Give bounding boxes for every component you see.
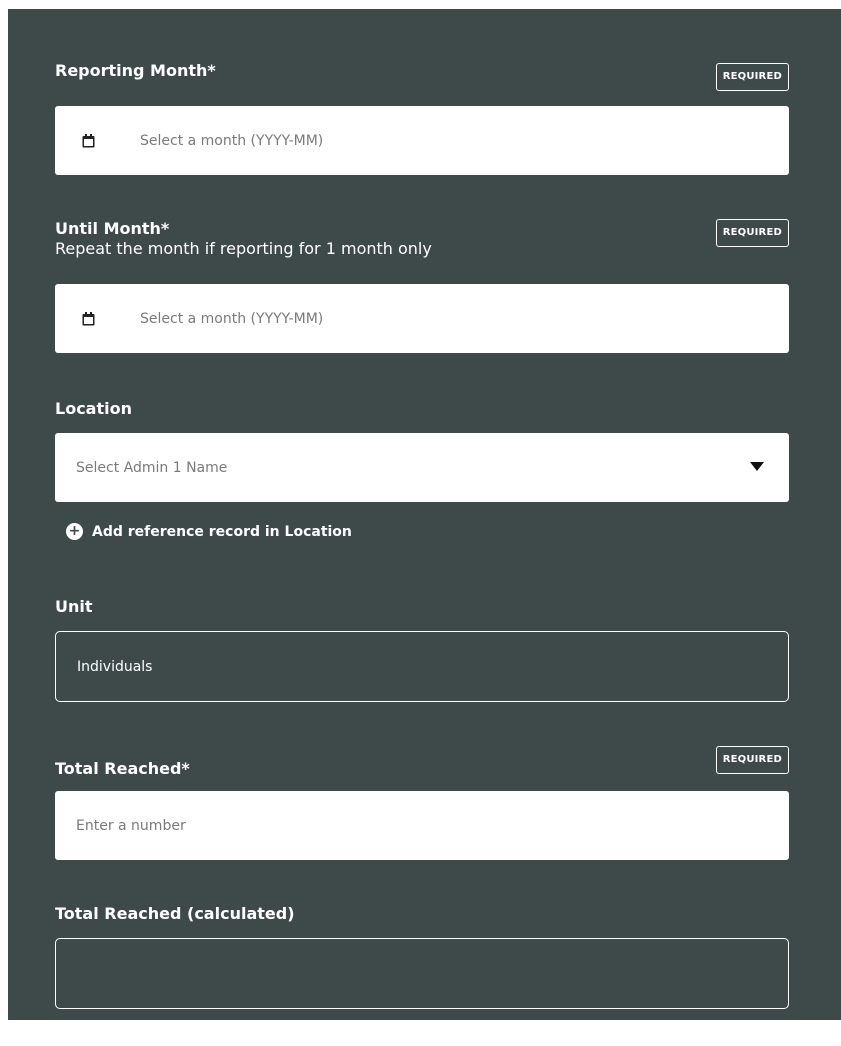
required-badge: REQUIRED bbox=[715, 63, 789, 91]
plus-circle-icon: + bbox=[66, 523, 83, 540]
reporting-month-input[interactable]: Select a month (YYYY-MM) bbox=[55, 106, 789, 175]
reporting-month-label: Reporting Month* bbox=[55, 61, 216, 80]
location-select[interactable]: Select Admin 1 Name bbox=[55, 433, 789, 502]
total-reached-calculated-field: Total Reached (calculated) bbox=[55, 904, 789, 1009]
unit-value: Individuals bbox=[77, 658, 153, 675]
total-reached-field: Total Reached* REQUIRED Enter a number bbox=[55, 746, 789, 860]
until-month-field: Until Month* Repeat the month if reporti… bbox=[55, 219, 789, 353]
location-field: Location Select Admin 1 Name + Add refer… bbox=[55, 399, 789, 540]
location-label: Location bbox=[55, 399, 132, 418]
calendar-icon bbox=[80, 311, 96, 327]
add-reference-label: Add reference record in Location bbox=[92, 523, 352, 540]
until-month-label: Until Month* bbox=[55, 219, 170, 238]
unit-field: Unit Individuals bbox=[55, 597, 789, 702]
total-reached-input[interactable]: Enter a number bbox=[55, 791, 789, 860]
reporting-month-placeholder: Select a month (YYYY-MM) bbox=[140, 132, 324, 149]
unit-input: Individuals bbox=[55, 631, 789, 702]
calendar-icon bbox=[80, 133, 96, 149]
until-month-input[interactable]: Select a month (YYYY-MM) bbox=[55, 284, 789, 353]
until-month-placeholder: Select a month (YYYY-MM) bbox=[140, 310, 324, 327]
caret-down-icon bbox=[750, 462, 764, 471]
until-month-hint: Repeat the month if reporting for 1 mont… bbox=[55, 239, 432, 258]
unit-label: Unit bbox=[55, 597, 93, 616]
location-placeholder: Select Admin 1 Name bbox=[76, 459, 228, 476]
total-reached-calculated-output bbox=[55, 938, 789, 1009]
required-badge: REQUIRED bbox=[715, 219, 789, 247]
total-reached-label: Total Reached* bbox=[55, 759, 190, 778]
total-reached-placeholder: Enter a number bbox=[76, 817, 186, 834]
form-panel: Reporting Month* REQUIRED Select a month… bbox=[8, 9, 841, 1020]
total-reached-calculated-label: Total Reached (calculated) bbox=[55, 904, 295, 923]
add-reference-location-button[interactable]: + Add reference record in Location bbox=[66, 523, 352, 540]
required-badge: REQUIRED bbox=[715, 746, 789, 774]
reporting-month-field: Reporting Month* REQUIRED Select a month… bbox=[55, 61, 789, 175]
